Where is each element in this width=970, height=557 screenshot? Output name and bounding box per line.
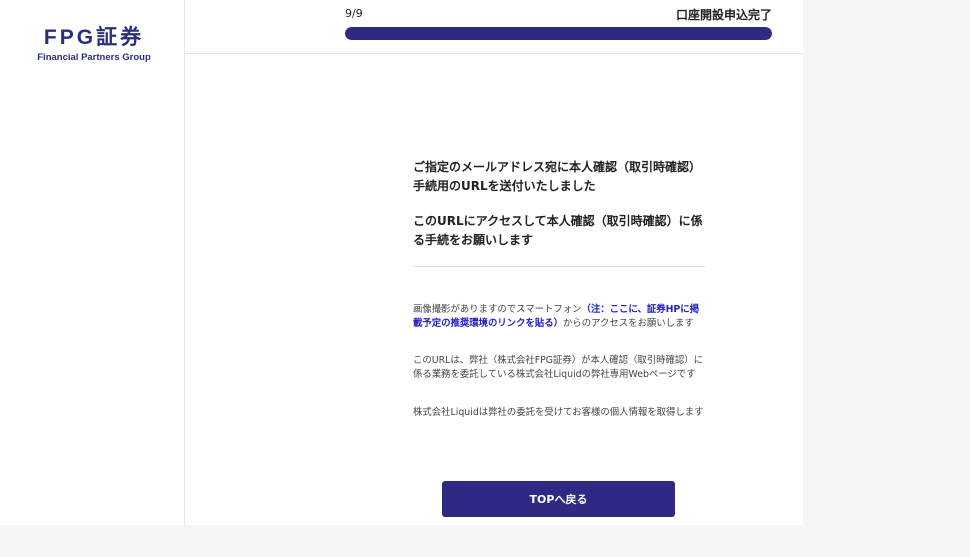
- note-url-liquid: このURLは、弊社（株式会社FPG証券）が本人確認（取引時確認）に係る業務を委託…: [413, 355, 704, 380]
- logo-sub-text: Financial Partners Group: [37, 52, 151, 63]
- progress-header: 9/9 口座開設申込完了: [185, 0, 803, 54]
- step-counter: 9/9: [345, 7, 363, 20]
- status-title: 口座開設申込完了: [675, 8, 772, 22]
- note-personal-info: 株式会社Liquidは弊社の委託を受けてお客様の個人情報を取得します: [413, 407, 704, 418]
- progress-bar: [345, 27, 772, 40]
- back-to-top-button[interactable]: TOPへ戻る: [442, 481, 675, 517]
- lead-message-access-url: このURLにアクセスして本人確認（取引時確認）に係る手続をお願いします: [413, 214, 703, 247]
- progress-bar-fill: [345, 27, 772, 40]
- divider: [413, 266, 705, 267]
- main-panel: 9/9 口座開設申込完了 ご指定のメールアドレス宛に本人確認（取引時確認）手続用…: [185, 0, 803, 525]
- fpg-logo[interactable]: FPG証券 Financial Partners Group: [32, 26, 156, 64]
- logo-main-text: FPG証券: [43, 26, 145, 49]
- lead-message-url-sent: ご指定のメールアドレス宛に本人確認（取引時確認）手続用のURLを送付いたしました: [413, 160, 702, 193]
- note-smartphone-text-end: からのアクセスをお願いします: [563, 318, 694, 329]
- completion-message: ご指定のメールアドレス宛に本人確認（取引時確認）手続用のURLを送付いたしました…: [413, 158, 705, 420]
- note-smartphone: 画像撮影がありますのでスマートフォン（注：ここに、証券HPに掲載予定の推奨環境の…: [413, 303, 705, 331]
- note-smartphone-text: 画像撮影がありますのでスマートフォン: [413, 304, 582, 315]
- sidebar: FPG証券 Financial Partners Group: [0, 0, 185, 525]
